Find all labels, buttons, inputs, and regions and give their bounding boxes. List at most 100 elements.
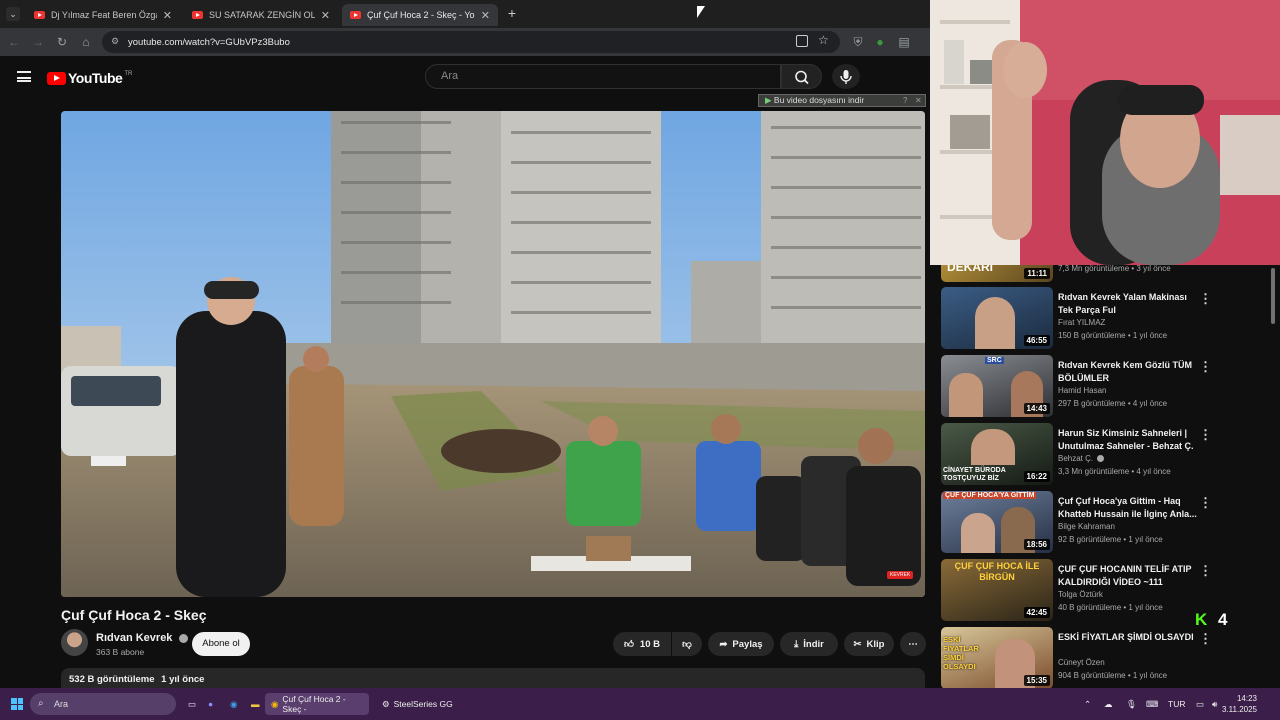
- browser-tab-2[interactable]: SU SATARAK ZENGİN OLMAK! | ✕: [184, 4, 338, 26]
- video-title: Çuf Çuf Hoca'ya Gittim - Haq Khatteb Hus…: [1058, 496, 1197, 519]
- volume-icon[interactable]: 🔊︎: [1206, 693, 1223, 715]
- video-player[interactable]: KEVREK: [61, 111, 925, 597]
- windows-start-icon[interactable]: [11, 698, 23, 710]
- recommendation-item[interactable]: ESKİ FİYATLAR ŞİMDİ OLSAYDI 15:35 ESKİ F…: [941, 627, 1261, 689]
- browser-toolbar: ← → ↻ ⌂ ⚙ youtube.com/watch?v=GUbVPz3Bub…: [0, 28, 930, 56]
- tray-app-icon[interactable]: ☁: [1098, 693, 1119, 715]
- download-bar-help-icon[interactable]: ?: [903, 95, 907, 106]
- like-count: 10 B: [639, 638, 660, 650]
- sidebar-scrollbar[interactable]: [1271, 268, 1275, 324]
- download-video-bar[interactable]: ▶ Bu video dosyasını indir ? ✕: [758, 94, 926, 107]
- video-meta: 7,3 Mn görüntüleme • 3 yıl önce: [1058, 264, 1171, 273]
- recommendation-item[interactable]: CİNAYET BÜRODA TOSTÇUYUZ BİZ 16:22 Harun…: [941, 423, 1261, 485]
- more-actions-button[interactable]: ⋯: [900, 632, 926, 656]
- channel-watermark: KEVREK: [887, 571, 914, 579]
- tab-list-chevron-icon[interactable]: ⌄: [6, 7, 20, 21]
- search-icon: [795, 70, 809, 85]
- channel-name: Hamid Hasan: [1058, 386, 1107, 395]
- extension-shield-icon[interactable]: ⛨: [850, 34, 866, 50]
- video-thumbnail[interactable]: ÇUF ÇUF HOCA'YA GİTTİM 18:56: [941, 491, 1053, 553]
- thumbnail-person: [961, 513, 995, 553]
- search-icon: ⌕: [38, 698, 44, 709]
- search-input[interactable]: Ara: [425, 64, 781, 89]
- keyboard-tray-icon[interactable]: ⌨: [1140, 693, 1164, 715]
- clip-button[interactable]: ✂ Klip: [844, 632, 894, 656]
- bookmark-star-icon[interactable]: ☆: [818, 33, 829, 47]
- windows-taskbar: ⌕ Ara ▭ ● ◉ ▬ ◉ Çuf Çuf Hoca 2 - Skeç - …: [0, 688, 1280, 720]
- voice-search-button[interactable]: [832, 64, 860, 89]
- more-vertical-icon[interactable]: ⋮: [1199, 359, 1212, 375]
- video-duration: 42:45: [1023, 607, 1050, 618]
- video-thumbnail[interactable]: SRC 14:43: [941, 355, 1053, 417]
- subscribe-button[interactable]: Abone ol: [192, 632, 250, 656]
- more-vertical-icon[interactable]: ⋮: [1199, 563, 1212, 579]
- kick-watermark: K 4: [1195, 610, 1227, 630]
- edge-icon[interactable]: ◉: [224, 693, 243, 715]
- video-thumbnail[interactable]: ÇUF ÇUF HOCA İLE BİRGÜN 42:45: [941, 559, 1053, 621]
- thumbs-down-icon: 👎︎: [682, 639, 692, 650]
- webcam-overlay: [930, 0, 1280, 265]
- browser-tab-1[interactable]: Dj Yılmaz Feat Beren Özgamsız ✕: [26, 4, 180, 26]
- taskbar-clock[interactable]: 14:23 3.11.2025: [1222, 693, 1257, 715]
- video-thumbnail[interactable]: CİNAYET BÜRODA TOSTÇUYUZ BİZ 16:22: [941, 423, 1053, 485]
- video-frame: [61, 111, 925, 597]
- download-button[interactable]: ⤓ İndir: [780, 632, 838, 656]
- youtube-favicon-icon: [34, 11, 45, 19]
- youtube-play-logo-icon: [47, 71, 66, 85]
- kick-logo-icon: K: [1195, 610, 1208, 629]
- tray-chevron-up-icon[interactable]: ⌃: [1078, 693, 1097, 715]
- hamburger-menu-icon[interactable]: [17, 71, 31, 82]
- video-title: ESKİ FİYATLAR ŞİMDİ OLSAYDI: [1058, 632, 1194, 642]
- taskbar-app-steelseries[interactable]: ⚙ SteelSeries GG: [376, 693, 459, 715]
- search-button[interactable]: [781, 64, 822, 89]
- more-vertical-icon[interactable]: ⋮: [1199, 495, 1212, 511]
- channel-name-text: Behzat Ç.: [1058, 454, 1094, 463]
- back-arrow-icon[interactable]: ←: [6, 34, 22, 50]
- close-tab-icon[interactable]: ✕: [163, 9, 172, 22]
- subscriber-count: 363 B abone: [96, 647, 145, 657]
- more-vertical-icon[interactable]: ⋮: [1199, 291, 1212, 307]
- video-duration: 14:43: [1023, 403, 1050, 414]
- share-button[interactable]: ➦ Paylaş: [708, 632, 774, 656]
- like-button[interactable]: 👍︎ 10 B: [613, 632, 671, 656]
- address-bar[interactable]: ⚙ youtube.com/watch?v=GUbVPz3Bubo ☆: [102, 31, 840, 53]
- more-vertical-icon[interactable]: ⋮: [1199, 631, 1212, 647]
- extension-green-icon[interactable]: ●: [872, 34, 888, 50]
- taskbar-app-chrome[interactable]: ◉ Çuf Çuf Hoca 2 - Skeç -: [265, 693, 369, 715]
- youtube-page: YouTube TR Ara ▶ Bu video dosyasını indi…: [0, 56, 930, 692]
- url-text: youtube.com/watch?v=GUbVPz3Bubo: [128, 36, 290, 48]
- close-tab-icon[interactable]: ✕: [321, 9, 330, 22]
- video-meta: 297 B görüntüleme • 4 yıl önce: [1058, 399, 1168, 408]
- recommendation-item[interactable]: 46:55 Rıdvan Kevrek Yalan Makinası Tek P…: [941, 287, 1261, 349]
- recommendation-item[interactable]: ÇUF ÇUF HOCA'YA GİTTİM 18:56 Çuf Çuf Hoc…: [941, 491, 1261, 553]
- channel-avatar[interactable]: [61, 629, 88, 656]
- thumbs-up-icon: 👍︎: [623, 639, 634, 650]
- youtube-logo[interactable]: YouTube TR: [47, 70, 132, 86]
- reload-icon[interactable]: ↻: [54, 34, 70, 50]
- recommendation-item[interactable]: SRC 14:43 Rıdvan Kevrek Kem Gözlü TÜM BÖ…: [941, 355, 1261, 417]
- extension-wallet-icon[interactable]: ▤: [896, 34, 912, 50]
- download-bar-close-icon[interactable]: ✕: [915, 95, 922, 106]
- forward-arrow-icon[interactable]: →: [30, 34, 46, 50]
- taskbar-search-input[interactable]: ⌕ Ara: [30, 693, 176, 715]
- install-app-icon[interactable]: [796, 35, 808, 47]
- new-tab-button[interactable]: +: [505, 5, 519, 21]
- channel-name: Fırat YILMAZ: [1058, 318, 1106, 327]
- browser-tab-3-active[interactable]: Çuf Çuf Hoca 2 - Skeç - YouTub ✕: [342, 4, 498, 26]
- task-view-icon[interactable]: ▭: [182, 693, 202, 715]
- more-vertical-icon[interactable]: ⋮: [1199, 427, 1212, 443]
- site-info-icon[interactable]: ⚙: [111, 36, 121, 46]
- thumbnail-person: [971, 429, 1015, 465]
- file-explorer-icon[interactable]: ▬: [245, 693, 266, 715]
- channel-name[interactable]: Rıdvan Kevrek: [96, 632, 188, 644]
- video-thumbnail[interactable]: 46:55: [941, 287, 1053, 349]
- video-thumbnail[interactable]: ESKİ FİYATLAR ŞİMDİ OLSAYDI 15:35: [941, 627, 1053, 689]
- dislike-button[interactable]: 👎︎: [672, 632, 702, 656]
- download-bar-label: Bu video dosyasını indir: [773, 95, 865, 105]
- teams-icon[interactable]: ●: [202, 693, 219, 715]
- language-indicator[interactable]: TUR: [1162, 693, 1191, 715]
- thumbnail-overlay-text: SRC: [985, 357, 1004, 364]
- close-tab-icon[interactable]: ✕: [481, 9, 490, 22]
- thumbnail-person: [975, 297, 1015, 349]
- home-icon[interactable]: ⌂: [78, 34, 94, 50]
